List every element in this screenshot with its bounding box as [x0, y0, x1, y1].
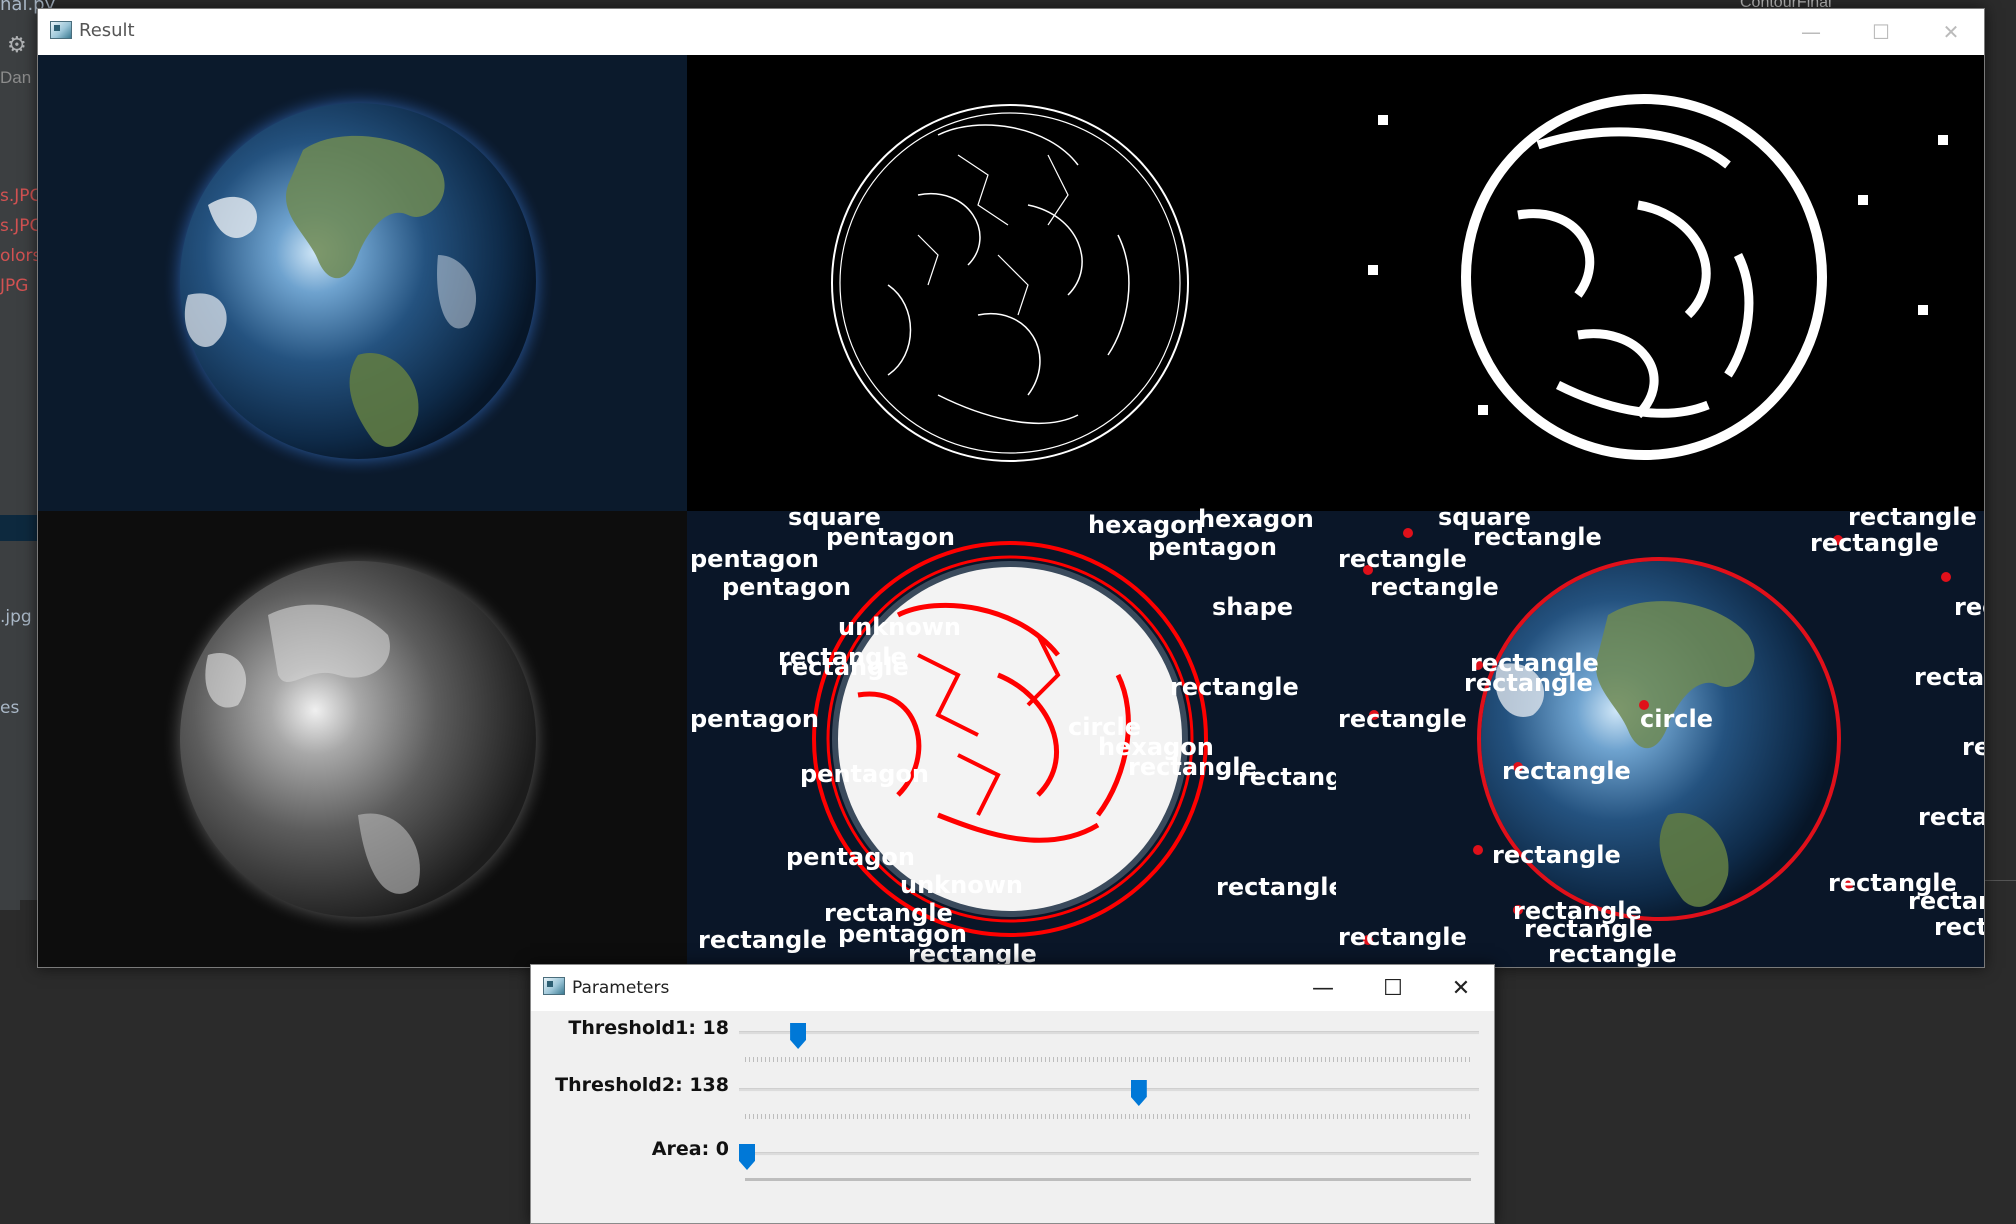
threshold1-slider-row: Threshold1: 18 — [531, 1017, 1496, 1067]
shape-label: rectangle — [1473, 523, 1602, 551]
area-ticks — [745, 1178, 1471, 1181]
panel-original-image — [38, 55, 687, 511]
parameters-titlebar[interactable]: Parameters — ☐ ✕ — [531, 965, 1494, 1011]
parameters-window-title: Parameters — [572, 978, 670, 998]
shape-label: pentagon — [1148, 533, 1277, 561]
maximize-button[interactable]: ☐ — [1846, 9, 1916, 55]
shape-label: rectangle — [1954, 593, 1984, 621]
result-window[interactable]: Result — ☐ ✕ square pentagon pentagon pe… — [37, 8, 1985, 968]
shape-label: rectangle — [1548, 940, 1677, 967]
ide-selected-row — [0, 515, 38, 541]
threshold2-slider-thumb[interactable] — [1130, 1080, 1147, 1106]
shape-label: rectangle — [908, 940, 1037, 967]
area-slider-row: Area: 0 — [531, 1138, 1496, 1188]
shape-label: circle — [1640, 705, 1713, 733]
minimize-button[interactable]: — — [1776, 9, 1846, 55]
threshold2-slider-row: Threshold2: 138 — [531, 1074, 1496, 1124]
ide-file-item[interactable]: JPG — [0, 276, 28, 296]
shape-label: rectangle — [698, 926, 827, 954]
shape-label: rectangle — [1170, 673, 1299, 701]
shape-label: rectangle — [1338, 705, 1467, 733]
shape-label: rectangle — [1962, 733, 1984, 761]
shape-label: unknown — [900, 871, 1023, 899]
shape-label: pentagon — [826, 523, 955, 551]
result-titlebar[interactable]: Result — ☐ ✕ — [38, 9, 1984, 55]
threshold2-label: Threshold2: 138 — [555, 1074, 729, 1096]
threshold2-ticks — [745, 1114, 1471, 1119]
shape-label: rectangle — [1918, 803, 1984, 831]
panel-dilated — [1336, 55, 1984, 511]
panel-contour-labels: square pentagon pentagon pentagon hexago… — [687, 503, 1367, 967]
opencv-window-icon — [543, 977, 565, 995]
shape-label: pentagon — [786, 843, 915, 871]
shape-label: rectangle — [780, 653, 909, 681]
ide-right-gutter — [1984, 0, 2016, 1201]
shape-label: rectangle — [1464, 669, 1593, 697]
panel-canny-edges — [687, 55, 1336, 511]
shape-label: rectangle — [1524, 915, 1653, 943]
shape-label: unknown — [838, 613, 961, 641]
close-button[interactable]: ✕ — [1426, 965, 1496, 1011]
shape-label: pentagon — [690, 545, 819, 573]
ide-project-folder[interactable]: Dan — [0, 68, 31, 88]
area-track[interactable] — [739, 1152, 1479, 1156]
shape-label: rectangle — [1914, 663, 1984, 691]
ide-file-item[interactable]: es — [0, 698, 19, 718]
ide-tool-strip — [0, 880, 20, 910]
panel-detected-shapes: square rectangle rectangle rectangle rec… — [1336, 503, 1984, 967]
threshold1-ticks — [745, 1057, 1471, 1062]
ide-project-panel — [0, 0, 40, 900]
parameters-window[interactable]: Parameters — ☐ ✕ Threshold1: 18 Threshol… — [530, 964, 1495, 1224]
shape-label: rectangle — [1338, 545, 1467, 573]
shape-label: pentagon — [690, 705, 819, 733]
minimize-button[interactable]: — — [1288, 965, 1358, 1011]
close-button[interactable]: ✕ — [1916, 9, 1986, 55]
image-stack-canvas: square pentagon pentagon pentagon hexago… — [38, 55, 1984, 967]
shape-label: hexagon — [1198, 505, 1314, 533]
ide-divider — [1984, 880, 2016, 881]
threshold1-slider-thumb[interactable] — [790, 1023, 807, 1049]
shape-label: rectangle — [1338, 923, 1467, 951]
shape-label: rectangle — [1810, 529, 1939, 557]
shape-label: rectangle — [1908, 887, 1984, 915]
shape-label: rectangle — [1934, 913, 1984, 941]
threshold2-track[interactable] — [739, 1088, 1479, 1092]
shape-label: rectangle — [1492, 841, 1621, 869]
shape-label: pentagon — [722, 573, 851, 601]
shape-label: rectangle — [1502, 757, 1631, 785]
maximize-button[interactable]: ☐ — [1358, 965, 1428, 1011]
ide-file-item[interactable]: .jpg — [0, 607, 32, 627]
shape-label: shape — [1212, 593, 1293, 621]
area-label: Area: 0 — [651, 1138, 729, 1160]
panel-grayscale — [38, 511, 687, 967]
shape-label: rectangle — [1370, 573, 1499, 601]
gear-icon[interactable]: ⚙ — [7, 32, 27, 58]
opencv-window-icon — [50, 21, 72, 39]
shape-label: rectangle — [1216, 873, 1345, 901]
shape-label: rectangle — [1848, 503, 1977, 531]
result-window-title: Result — [79, 20, 135, 41]
area-slider-thumb[interactable] — [739, 1144, 755, 1170]
shape-label: pentagon — [800, 760, 929, 788]
threshold1-track[interactable] — [739, 1031, 1479, 1035]
threshold1-label: Threshold1: 18 — [568, 1017, 729, 1039]
